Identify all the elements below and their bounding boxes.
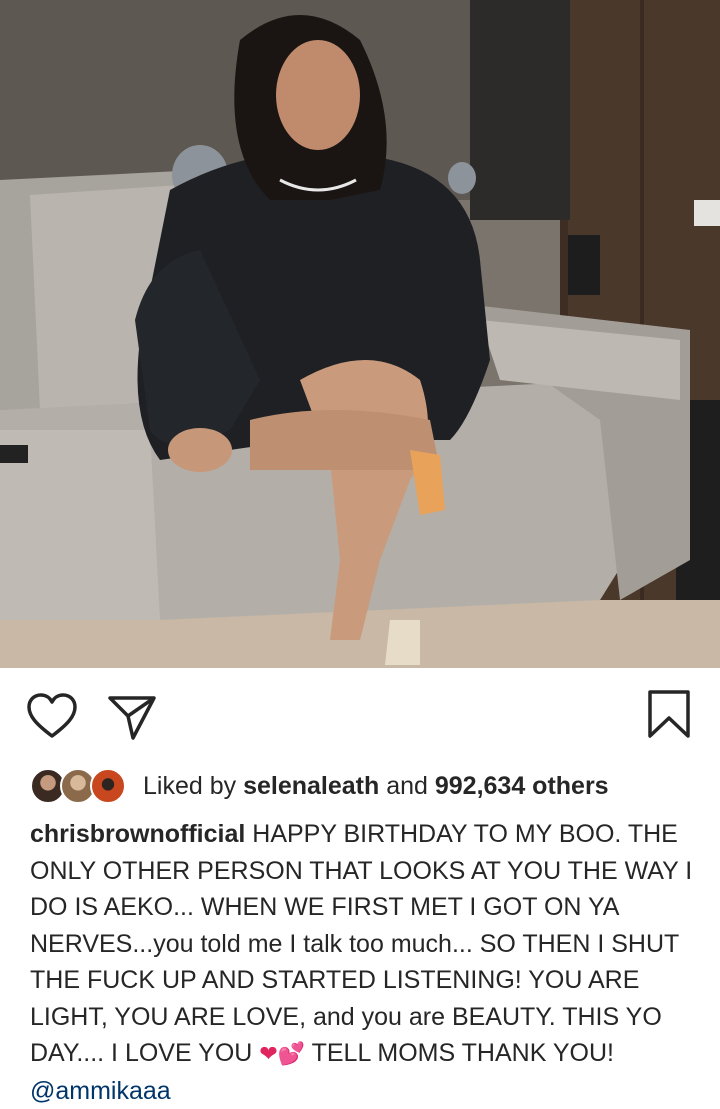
likes-count[interactable]: 992,634 others <box>435 772 609 800</box>
send-icon[interactable] <box>106 694 158 747</box>
post-photo[interactable] <box>0 0 720 668</box>
likes-and: and <box>379 772 435 800</box>
caption-text-end: TELL MOMS THANK YOU! <box>305 1039 614 1067</box>
likes-prefix: Liked by <box>143 772 244 800</box>
likes-row[interactable]: Liked by selenaleath and 992,634 others <box>30 768 710 804</box>
red-heart-icon: ❤ <box>259 1041 278 1066</box>
caption-mention[interactable]: @ammikaaa <box>30 1077 171 1105</box>
post-action-bar <box>0 668 720 768</box>
heart-icon[interactable] <box>26 692 78 745</box>
bookmark-icon[interactable] <box>646 688 692 745</box>
caption-text: HAPPY BIRTHDAY TO MY BOO. THE ONLY OTHER… <box>30 820 693 1067</box>
liker-avatars <box>30 768 130 804</box>
likes-text: Liked by selenaleath and 992,634 others <box>143 771 609 801</box>
post-caption: chrisbrownofficial HAPPY BIRTHDAY TO MY … <box>30 816 700 1109</box>
post-photo-illustration <box>0 0 720 668</box>
liker-username[interactable]: selenaleath <box>243 772 379 800</box>
avatar <box>90 768 126 804</box>
caption-username[interactable]: chrisbrownofficial <box>30 820 245 848</box>
two-hearts-icon: 💕 <box>277 1041 306 1066</box>
